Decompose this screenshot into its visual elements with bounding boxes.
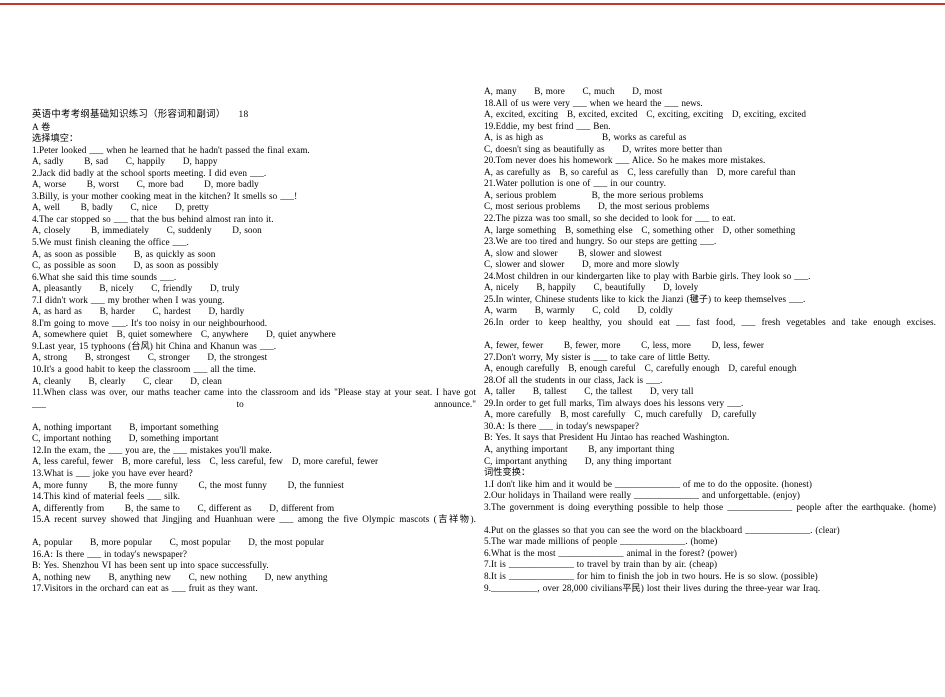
question-14-stem: 14.This kind of material feels ___ silk. bbox=[32, 491, 180, 502]
question-26-options: A, fewer, fewer B, fewer, more C, less, … bbox=[484, 340, 764, 351]
question-18-stem: 18.All of us were very ___ when we heard… bbox=[484, 97, 703, 108]
word-form-item-5: 5.The war made millions of people ______… bbox=[484, 536, 718, 547]
question-20-stem: 20.Tom never does his homework ___ Alice… bbox=[484, 155, 766, 166]
question-23-options-cd: C, slower and slower D, more and more sl… bbox=[484, 259, 680, 270]
question-2-options: A, worse B, worst C, more bad D, more ba… bbox=[32, 179, 259, 190]
question-30-stem-b: B: Yes. It says that President Hu Jintao… bbox=[484, 432, 730, 443]
question-6-options: A, pleasantly B, nicely C, friendly D, t… bbox=[32, 283, 240, 294]
section-label-a: A 卷 bbox=[32, 121, 51, 132]
question-12-stem: 12.In the exam, the ___ you are, the ___… bbox=[32, 444, 272, 455]
question-1-stem: 1.Peter looked ___ when he learned that … bbox=[32, 144, 310, 155]
question-5-options-cd: C, as possible as soon D, as soon as pos… bbox=[32, 260, 219, 271]
question-4-options: A, closely B, immediately C, suddenly D,… bbox=[32, 225, 262, 236]
question-11-options-ab: A, nothing important B, important someth… bbox=[32, 421, 219, 432]
question-5-options-ab: A, as soon as possible B, as quickly as … bbox=[32, 248, 216, 259]
question-19-stem: 19.Eddie, my best frind ___ Ben. bbox=[484, 120, 611, 131]
page-title: 英语中考考纲基础知识练习（形容词和副词） 18 bbox=[32, 110, 249, 120]
question-30-options-cd: C, important anything D, any thing impor… bbox=[484, 455, 672, 466]
question-3-stem: 3.Billy, is your mother cooking meat in … bbox=[32, 190, 298, 201]
question-2-stem: 2.Jack did badly at the school sports me… bbox=[32, 167, 267, 178]
question-21-options-ab: A, serious problem B, the more serious p… bbox=[484, 189, 704, 200]
question-29-options: A, more carefully B, most carefully C, m… bbox=[484, 409, 757, 420]
question-16-stem-a: 16.A: Is there ___ in today's newspaper? bbox=[32, 548, 187, 559]
question-12-options: A, less careful, fewer B, more careful, … bbox=[32, 456, 379, 467]
question-13-stem: 13.What is ___ joke you have ever heard? bbox=[32, 467, 193, 478]
question-28-options: A, taller B, tallest C, the tallest D, v… bbox=[484, 386, 694, 397]
question-28-stem: 28.Of all the students in our class, Jac… bbox=[484, 374, 663, 385]
multiple-choice-heading: 选择填空： bbox=[32, 133, 79, 144]
question-17-stem: 17.Visitors in the orchard can eat as __… bbox=[32, 583, 258, 594]
question-9-options: A, strong B, strongest C, stronger D, th… bbox=[32, 352, 268, 363]
question-29-stem: 29.In order to get full marks, Tim alway… bbox=[484, 397, 744, 408]
question-21-options-cd: C, most serious problems D, the most ser… bbox=[484, 201, 710, 212]
question-15-stem: 15.A recent survey showed that Jingjing … bbox=[32, 514, 476, 525]
question-8-options: A, somewhere quiet B, quiet somewhere C,… bbox=[32, 329, 336, 340]
question-11-stem: 11.When class was over, our maths teache… bbox=[32, 387, 479, 409]
question-25-options: A, warm B, warmly C, cold D, coldly bbox=[484, 305, 673, 316]
question-24-options: A, nicely B, happily C, beautifully D, l… bbox=[484, 282, 699, 293]
question-23-options-ab: A, slow and slower B, slower and slowest bbox=[484, 247, 662, 258]
question-26-stem: 26.In order to keep healthy, you should … bbox=[484, 316, 936, 327]
word-form-item-3: 3.The government is doing everything pos… bbox=[484, 501, 936, 512]
word-form-item-1: 1.I don't like him and it would be _____… bbox=[484, 478, 812, 489]
question-19-options-cd: C, doesn't sing as beautifully as D, wri… bbox=[484, 143, 723, 154]
question-1-options: A, sadly B, sad C, happily D, happy bbox=[32, 156, 218, 167]
question-27-options: A, enough carefully B, enough careful C,… bbox=[484, 363, 797, 374]
question-16-options: A, nothing new B, anything new C, new no… bbox=[32, 571, 328, 582]
question-9-stem: 9.Last year, 15 typhoons (台风) hit China … bbox=[32, 340, 277, 351]
word-form-item-6: 6.What is the most ______________ animal… bbox=[484, 547, 737, 558]
word-form-heading: 词性变换： bbox=[484, 467, 531, 478]
question-7-options: A, as hard as B, harder C, hardest D, ha… bbox=[32, 306, 245, 317]
question-6-stem: 6.What she said this time sounds ___. bbox=[32, 271, 177, 282]
question-16-stem-b: B: Yes. Shenzhou VI has been sent up int… bbox=[32, 560, 269, 571]
right-column: A, many B, more C, much D, most 18.All o… bbox=[484, 0, 936, 594]
question-30-stem-a: 30.A: Is there ___ in today's newspaper? bbox=[484, 420, 639, 431]
question-30-options-ab: A, anything important B, any important t… bbox=[484, 443, 675, 454]
question-10-stem: 10.It's a good habit to keep the classro… bbox=[32, 364, 256, 375]
question-17-options: A, many B, more C, much D, most bbox=[484, 86, 663, 96]
question-15-options: A, popular B, more popular C, most popul… bbox=[32, 537, 324, 548]
question-3-options: A, well B, badly C, nice D, pretty bbox=[32, 202, 209, 213]
question-19-options-ab: A, is as high as B, works as careful as bbox=[484, 132, 687, 143]
question-23-stem: 23.We are too tired and hungry. So our s… bbox=[484, 236, 717, 247]
question-10-options: A, cleanly B, clearly C, clear D, clean bbox=[32, 375, 222, 386]
question-8-stem: 8.I'm going to move ___. It's too noisy … bbox=[32, 317, 268, 328]
word-form-item-7: 7.It is ______________ to travel by trai… bbox=[484, 559, 718, 570]
question-27-stem: 27.Don't worry, My sister is ___ to take… bbox=[484, 351, 711, 362]
question-4-stem: 4.The car stopped so ___ that the bus be… bbox=[32, 213, 274, 224]
word-form-item-8: 8.It is ______________ for him to finish… bbox=[484, 570, 818, 581]
question-22-options: A, large something B, something else C, … bbox=[484, 224, 796, 235]
two-column-body: 英语中考考纲基础知识练习（形容词和副词） 18 A 卷 选择填空： 1.Pete… bbox=[0, 0, 945, 697]
question-14-options: A, differently from B, the same to C, di… bbox=[32, 502, 335, 513]
question-22-stem: 22.The pizza was too small, so she decid… bbox=[484, 213, 736, 224]
question-5-stem: 5.We must finish cleaning the office ___… bbox=[32, 237, 189, 248]
document-page: 英语中考考纲基础知识练习（形容词和副词） 18 A 卷 选择填空： 1.Pete… bbox=[0, 0, 945, 697]
question-11-options-cd: C, important nothing D, something import… bbox=[32, 433, 219, 444]
question-18-options: A, excited, exciting B, excited, excited… bbox=[484, 109, 807, 120]
word-form-item-9: 9.__________, over 28,000 civilians平民) l… bbox=[484, 582, 821, 593]
question-21-stem: 21.Water pollution is one of ___ in our … bbox=[484, 178, 666, 189]
word-form-item-2: 2.Our holidays in Thailand were really _… bbox=[484, 490, 800, 501]
question-13-options: A, more funny B, the more funny C, the m… bbox=[32, 479, 344, 490]
question-7-stem: 7.I didn't work ___ my brother when I wa… bbox=[32, 294, 225, 305]
question-25-stem: 25.In winter, Chinese students like to k… bbox=[484, 293, 806, 304]
left-column: 英语中考考纲基础知识练习（形容词和副词） 18 A 卷 选择填空： 1.Pete… bbox=[32, 0, 476, 595]
question-24-stem: 24.Most children in our kindergarten lik… bbox=[484, 270, 811, 281]
word-form-item-4: 4.Put on the glasses so that you can see… bbox=[484, 524, 840, 535]
question-20-options: A, as carefully as B, so careful as C, l… bbox=[484, 166, 796, 177]
